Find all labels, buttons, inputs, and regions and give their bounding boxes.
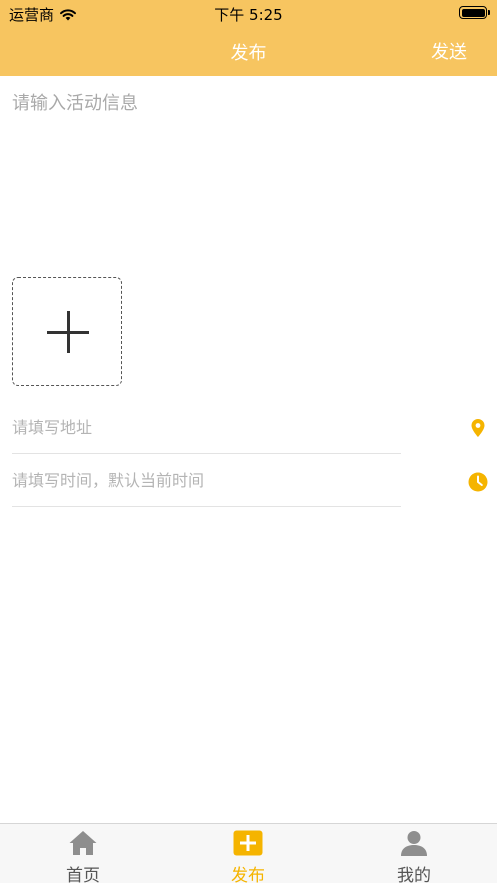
add-photo-button[interactable] xyxy=(12,277,122,386)
tab-home[interactable]: 首页 xyxy=(0,824,166,883)
user-icon xyxy=(401,831,427,856)
location-pin-icon[interactable] xyxy=(468,418,488,438)
tab-publish-label: 发布 xyxy=(231,866,265,883)
battery-icon xyxy=(459,6,490,19)
status-time: 下午 5:25 xyxy=(214,6,283,24)
clock-icon[interactable] xyxy=(468,472,488,492)
status-bar: 运营商 下午 5:25 xyxy=(0,0,497,26)
tab-mine-label: 我的 xyxy=(397,866,431,883)
activity-content-input[interactable] xyxy=(0,76,497,266)
time-field xyxy=(12,453,401,507)
add-box-icon xyxy=(233,830,263,856)
tab-home-label: 首页 xyxy=(66,866,100,883)
navigation-bar: 运营商 下午 5:25 发布 发送 xyxy=(0,0,497,76)
address-input[interactable] xyxy=(12,400,401,453)
send-button[interactable]: 发送 xyxy=(431,38,467,64)
page-title: 发布 xyxy=(230,43,267,64)
time-input[interactable] xyxy=(12,453,401,506)
tab-mine[interactable]: 我的 xyxy=(331,824,497,883)
tab-bar: 首页 发布 我的 xyxy=(0,823,497,883)
tab-publish[interactable]: 发布 xyxy=(165,824,331,883)
address-field xyxy=(12,400,401,454)
home-icon xyxy=(69,831,97,855)
